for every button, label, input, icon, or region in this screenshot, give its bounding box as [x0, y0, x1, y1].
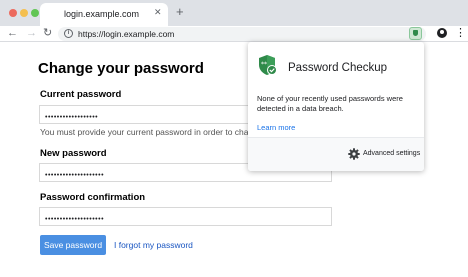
url-text[interactable]: https://login.example.com [78, 29, 174, 39]
browser-tab[interactable]: login.example.com ✕ [40, 3, 168, 26]
password-confirmation-field[interactable] [39, 207, 332, 228]
new-tab-button[interactable]: + [176, 5, 184, 19]
tab-title: login.example.com [64, 9, 140, 19]
window-maximize-button[interactable] [31, 9, 39, 17]
profile-avatar-icon[interactable] [437, 28, 447, 38]
new-password-label: New password [40, 148, 107, 159]
password-checkup-extension-icon[interactable] [409, 27, 422, 40]
tab-close-icon[interactable]: ✕ [154, 7, 162, 18]
browser-toolbar: ← → ↻ i https://login.example.com ⋮ [0, 26, 468, 42]
forgot-password-link[interactable]: I forgot my password [114, 240, 193, 250]
popup-title: Password Checkup [288, 62, 388, 74]
address-bar[interactable]: i https://login.example.com [58, 27, 426, 41]
browser-menu-icon[interactable]: ⋮ [455, 27, 466, 39]
save-password-button[interactable]: Save password [40, 235, 106, 255]
current-password-label: Current password [40, 89, 122, 100]
popup-message: None of your recently used passwords wer… [257, 94, 403, 113]
page-title: Change your password [38, 60, 204, 77]
shield-check-icon: ** [259, 55, 277, 75]
current-password-hint: You must provide your current password i… [40, 127, 248, 137]
back-arrow-icon[interactable]: ← [7, 27, 18, 40]
window-minimize-button[interactable] [20, 9, 28, 17]
gear-icon[interactable] [348, 148, 360, 160]
password-checkup-popup: ** Password Checkup None of your recentl… [248, 42, 424, 171]
reload-icon[interactable]: ↻ [43, 27, 52, 40]
window-close-button[interactable] [9, 9, 17, 17]
forward-arrow-icon[interactable]: → [26, 27, 37, 40]
password-confirmation-input[interactable] [40, 211, 331, 228]
password-confirmation-label: Password confirmation [40, 192, 146, 203]
learn-more-link[interactable]: Learn more [257, 123, 295, 132]
svg-text:**: ** [261, 61, 267, 68]
popup-footer: Advanced settings [248, 138, 424, 171]
advanced-settings-link[interactable]: Advanced settings [363, 150, 420, 157]
site-info-icon[interactable]: i [64, 29, 73, 38]
tab-strip: login.example.com ✕ + [0, 0, 468, 26]
